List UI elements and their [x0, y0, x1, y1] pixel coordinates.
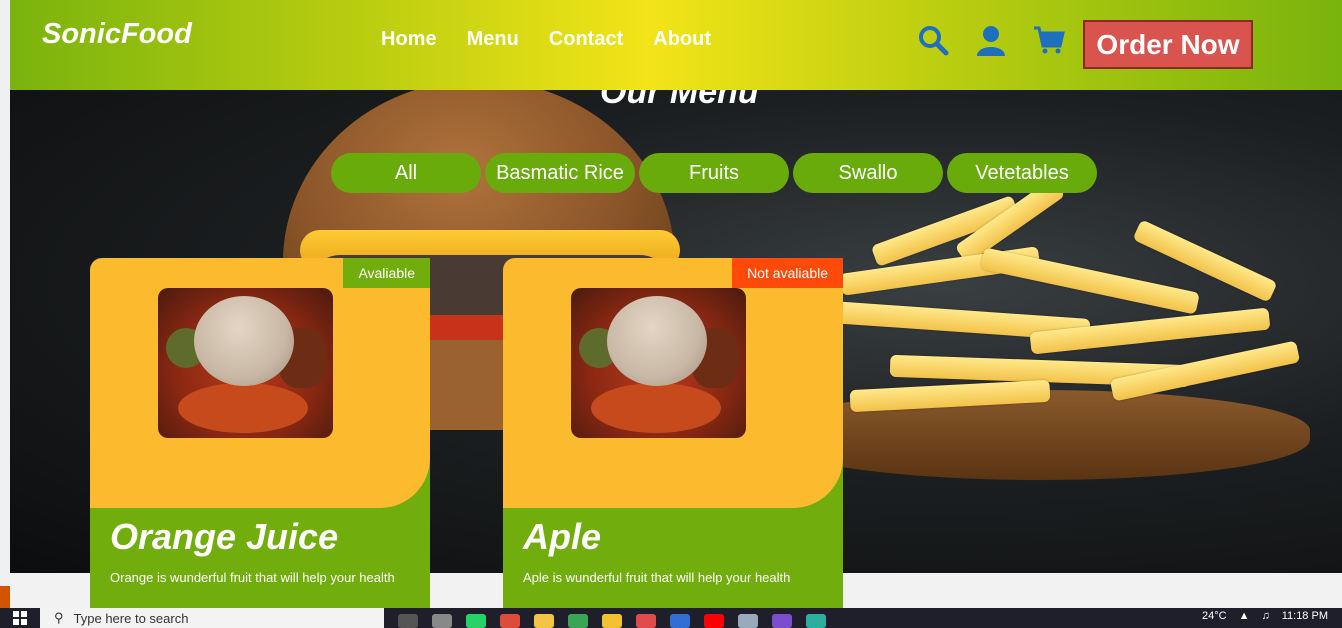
nav-link-menu[interactable]: Menu [467, 28, 519, 51]
card-description: Orange is wunderful fruit that will help… [110, 570, 395, 585]
start-button[interactable] [0, 608, 40, 628]
filter-all[interactable]: All [331, 153, 481, 193]
search-icon[interactable] [915, 22, 951, 58]
menu-card[interactable]: Not avaliable Aple Aple is wunderful fru… [503, 258, 843, 608]
navbar: SonicFood Home Menu Contact About Order … [10, 0, 1342, 90]
availability-badge: Not avaliable [732, 258, 843, 288]
chrome-icon[interactable] [500, 614, 520, 628]
nav-link-contact[interactable]: Contact [549, 28, 623, 51]
task-view-icon[interactable] [398, 614, 418, 628]
filter-vetetables[interactable]: Vetetables [947, 153, 1097, 193]
filter-swallo[interactable]: Swallo [793, 153, 943, 193]
clock-time[interactable]: 11:18 PM [1282, 610, 1328, 622]
weather-temperature[interactable]: 24°C [1202, 610, 1227, 622]
app-icon[interactable] [670, 614, 690, 628]
network-icon[interactable]: ▲ [1239, 610, 1250, 622]
filter-basmatic-rice[interactable]: Basmatic Rice [485, 153, 635, 193]
page: Our Menu SonicFood Home Menu Contact Abo… [0, 0, 1342, 628]
nav-link-about[interactable]: About [653, 28, 711, 51]
card-title: Aple [523, 516, 602, 557]
youtube-icon[interactable] [704, 614, 724, 628]
windows-icon [13, 611, 27, 625]
app-icon[interactable] [806, 614, 826, 628]
taskbar-apps [398, 608, 826, 628]
visual-studio-icon[interactable] [772, 614, 792, 628]
volume-icon[interactable]: ♫ [1261, 610, 1269, 622]
nav-link-home[interactable]: Home [381, 28, 437, 51]
card-description: Aple is wunderful fruit that will help y… [523, 570, 791, 585]
order-now-button[interactable]: Order Now [1083, 20, 1253, 69]
nav-icons [915, 22, 1067, 58]
cart-icon[interactable] [1031, 22, 1067, 58]
food-image [158, 288, 333, 438]
taskbar-search[interactable]: ⚲ Type here to search [40, 608, 384, 628]
app-icon[interactable] [568, 614, 588, 628]
category-filters: All Basmatic Rice Fruits Swallo Vetetabl… [331, 153, 1097, 193]
card-title: Orange Juice [110, 516, 339, 557]
brand-logo[interactable]: SonicFood [42, 18, 192, 51]
file-explorer-icon[interactable] [602, 614, 622, 628]
search-icon: ⚲ [54, 610, 64, 625]
app-icon[interactable] [636, 614, 656, 628]
camera-app-icon[interactable] [432, 614, 452, 628]
user-icon[interactable] [973, 22, 1009, 58]
system-tray: 24°C ▲ ♫ 11:18 PM [1202, 610, 1328, 622]
whatsapp-icon[interactable] [466, 614, 486, 628]
filter-fruits[interactable]: Fruits [639, 153, 789, 193]
background-window-edge [0, 0, 10, 608]
fries [829, 177, 1310, 420]
menu-card[interactable]: Avaliable Orange Juice Orange is wunderf… [90, 258, 430, 608]
windows-taskbar: ⚲ Type here to search 24°C ▲ ♫ 11:18 PM [0, 608, 1342, 628]
app-icon[interactable] [534, 614, 554, 628]
availability-badge: Avaliable [343, 258, 430, 288]
nav-links: Home Menu Contact About [381, 28, 741, 51]
taskbar-search-placeholder: Type here to search [73, 610, 189, 626]
app-icon[interactable] [738, 614, 758, 628]
food-image [571, 288, 746, 438]
